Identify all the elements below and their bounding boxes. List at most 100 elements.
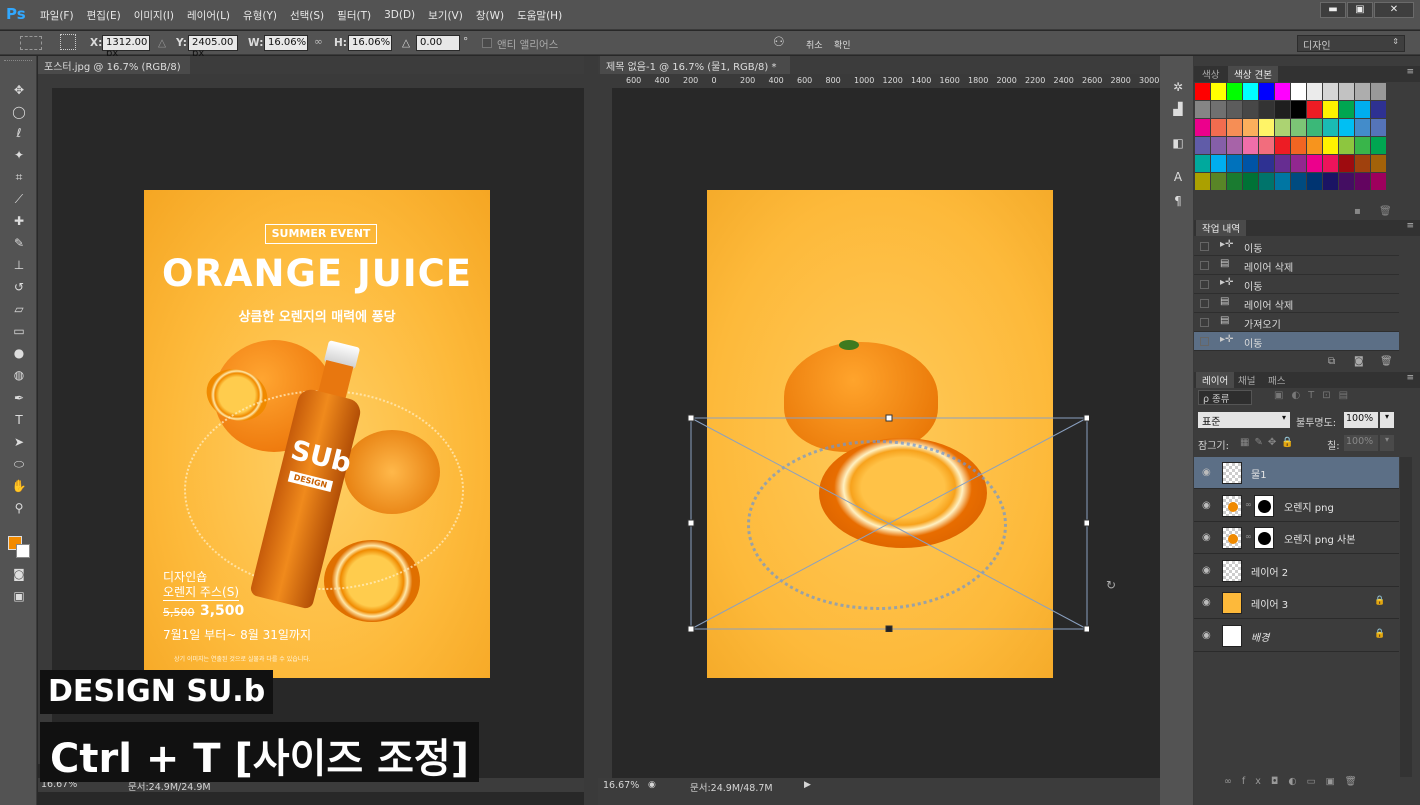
link-icon[interactable]: ∞ <box>314 36 323 48</box>
w-input[interactable]: 16.06% <box>264 35 308 51</box>
tab-layers[interactable]: 레이어 <box>1196 372 1235 388</box>
lock-icons[interactable]: ▦✎✥🔒 <box>1240 437 1299 448</box>
history-item[interactable]: ▤ 가져오기 <box>1194 313 1399 332</box>
color-swatch[interactable] <box>1259 155 1274 172</box>
reference-point-icon[interactable] <box>60 34 76 50</box>
history-checkbox[interactable] <box>1200 299 1209 308</box>
trash-icon[interactable]: 🗑 <box>1380 356 1393 367</box>
x-input[interactable]: 1312.00 px <box>102 35 150 59</box>
adjustments-icon[interactable]: ◧ <box>1170 136 1186 152</box>
color-swatch[interactable] <box>1243 119 1258 136</box>
fill-dropdown-icon[interactable]: ▾ <box>1380 435 1394 451</box>
menu-item[interactable]: 편집(E) <box>87 8 121 23</box>
eye-visibility-icon[interactable]: ◉ <box>1202 597 1211 608</box>
color-swatch[interactable] <box>1307 83 1322 100</box>
warp-icon[interactable]: ⚇ <box>773 35 785 50</box>
eye-visibility-icon[interactable]: ◉ <box>1202 565 1211 576</box>
stamp-tool-icon[interactable]: ⊥ <box>10 257 28 273</box>
blend-mode-select[interactable]: 표준 ▾ <box>1198 412 1290 428</box>
h-input[interactable]: 16.06% <box>348 35 392 51</box>
blur-tool-icon[interactable]: ● <box>10 345 28 361</box>
camera-icon[interactable]: ◙ <box>1354 356 1364 367</box>
commit-transform-button[interactable]: 확인 <box>834 38 851 51</box>
color-swatch[interactable] <box>1291 155 1306 172</box>
color-swatch[interactable] <box>1275 137 1290 154</box>
workspace-select[interactable]: 디자인 ⇕ <box>1297 35 1405 52</box>
color-swatch[interactable] <box>1307 119 1322 136</box>
menu-item[interactable]: 도움말(H) <box>517 8 562 23</box>
color-swatch[interactable] <box>1227 101 1242 118</box>
color-swatch[interactable] <box>1371 173 1386 190</box>
screen-mode-icon[interactable]: ▣ <box>10 588 28 604</box>
chain-link-icon[interactable]: ∞ <box>1245 500 1252 509</box>
color-swatch[interactable] <box>1227 173 1242 190</box>
color-swatch[interactable] <box>1355 155 1370 172</box>
color-swatch[interactable] <box>1195 119 1210 136</box>
menu-item[interactable]: 유형(Y) <box>243 8 277 23</box>
fill-input[interactable]: 100% <box>1344 435 1378 451</box>
menu-item[interactable]: 필터(T) <box>337 8 371 23</box>
color-swatch[interactable] <box>1259 137 1274 154</box>
color-swatch[interactable] <box>1291 119 1306 136</box>
color-swatch[interactable] <box>1339 137 1354 154</box>
eyedropper-tool-icon[interactable]: ⟋ <box>10 191 28 207</box>
color-swatch[interactable] <box>1275 119 1290 136</box>
color-swatch[interactable] <box>1371 83 1386 100</box>
opacity-dropdown-icon[interactable]: ▾ <box>1380 412 1394 428</box>
color-swatch[interactable] <box>1355 101 1370 118</box>
color-swatch[interactable] <box>1307 137 1322 154</box>
gradient-tool-icon[interactable]: ▭ <box>10 323 28 339</box>
lasso-tool-icon[interactable]: ℓ <box>10 125 28 141</box>
history-item[interactable]: ▸✛ 이동 <box>1194 275 1399 294</box>
color-swatch[interactable] <box>1211 155 1226 172</box>
crop-tool-icon[interactable]: ⌗ <box>10 169 28 185</box>
eye-visibility-icon[interactable]: ◉ <box>1202 467 1211 478</box>
color-swatch[interactable] <box>1227 119 1242 136</box>
panel-menu-icon[interactable]: ≡ <box>1406 373 1414 383</box>
menu-item[interactable]: 3D(D) <box>384 9 415 21</box>
marquee-tool-icon[interactable]: ◯ <box>10 104 28 120</box>
healing-brush-tool-icon[interactable]: ✚ <box>10 213 28 229</box>
color-swatch[interactable] <box>1243 83 1258 100</box>
opacity-input[interactable]: 100% <box>1344 412 1378 428</box>
layer-row[interactable]: ◉ ∞ 오렌지 png <box>1194 490 1399 522</box>
cancel-transform-button[interactable]: 취소 <box>806 38 823 51</box>
color-swatch[interactable] <box>1291 83 1306 100</box>
color-swatch[interactable] <box>1291 101 1306 118</box>
pen-tool-icon[interactable]: ✒ <box>10 390 28 406</box>
history-checkbox[interactable] <box>1200 261 1209 270</box>
y-input[interactable]: 2405.00 px <box>188 35 238 59</box>
layer-filter-select[interactable]: ρ 종류 <box>1198 390 1252 405</box>
status-info-icon[interactable]: ◉ <box>648 780 656 790</box>
history-item[interactable]: ▸✛ 이동 <box>1194 237 1399 256</box>
color-swatch[interactable] <box>1259 173 1274 190</box>
color-swatch[interactable] <box>1323 119 1338 136</box>
color-swatch[interactable] <box>1227 83 1242 100</box>
color-swatch[interactable] <box>1339 155 1354 172</box>
delete-swatch-icon[interactable]: 🗑 <box>1379 206 1392 217</box>
color-swatch[interactable] <box>1323 173 1338 190</box>
color-swatch[interactable] <box>1307 155 1322 172</box>
eraser-tool-icon[interactable]: ▱ <box>10 301 28 317</box>
color-swatch[interactable] <box>1323 137 1338 154</box>
ellipse-tool-icon[interactable]: ⬭ <box>10 456 28 472</box>
color-swatch[interactable] <box>1195 155 1210 172</box>
color-swatch[interactable] <box>1243 137 1258 154</box>
layer-filter-icons[interactable]: ▣◐T⊡▤ <box>1274 390 1394 405</box>
menu-item[interactable]: 파일(F) <box>40 8 74 23</box>
layer-row[interactable]: ◉ 레이어 3 🔒 <box>1194 587 1399 619</box>
color-swatch[interactable] <box>1323 101 1338 118</box>
color-swatch[interactable] <box>1227 137 1242 154</box>
menu-item[interactable]: 이미지(I) <box>134 8 174 23</box>
tab-paths[interactable]: 패스 <box>1262 372 1291 388</box>
snapshot-icon[interactable]: ⧉ <box>1328 356 1335 367</box>
color-swatch[interactable] <box>1323 83 1338 100</box>
color-swatch[interactable] <box>1259 83 1274 100</box>
color-swatch[interactable] <box>1195 83 1210 100</box>
menu-item[interactable]: 선택(S) <box>290 8 324 23</box>
close-window-button[interactable]: ✕ <box>1374 2 1414 18</box>
navigator-icon[interactable]: ✲ <box>1170 80 1186 96</box>
layer-row[interactable]: ◉ 레이어 2 <box>1194 555 1399 587</box>
menu-item[interactable]: 창(W) <box>476 8 504 23</box>
zoom-tool-icon[interactable]: ⚲ <box>10 500 28 516</box>
